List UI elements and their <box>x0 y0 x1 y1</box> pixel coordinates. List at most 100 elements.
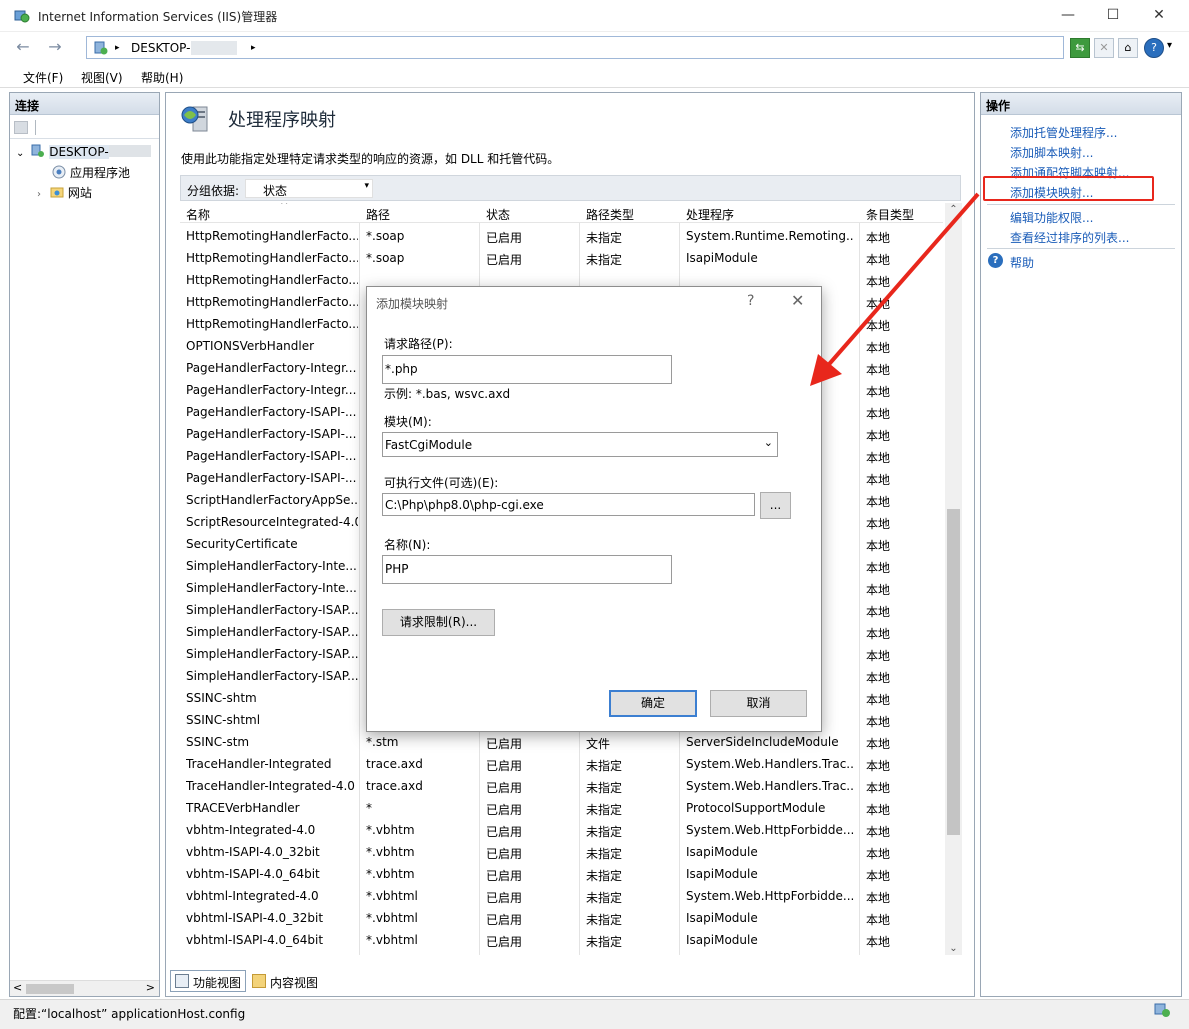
cell-name: SimpleHandlerFactory-ISAP... <box>186 603 358 617</box>
cell-name: vbhtm-Integrated-4.0 <box>186 823 316 837</box>
col-header-handler[interactable]: 处理程序 <box>686 206 734 223</box>
connect-icon[interactable] <box>14 121 28 134</box>
sort-ascending-icon: ^ <box>280 203 289 211</box>
cell-entry-type: 本地 <box>866 693 891 707</box>
cell-name: ScriptHandlerFactoryAppSe... <box>186 493 358 507</box>
refresh-icon[interactable]: ⇆ <box>1070 38 1090 58</box>
table-row[interactable]: TraceHandler-Integrated trace.axd 已启用 未指定 Sy… <box>180 753 943 775</box>
cell-handler: System.Web.HttpForbidde... <box>686 823 854 837</box>
cell-handler: IsapiModule <box>686 933 758 947</box>
col-header-path-type[interactable]: 路径类型 <box>586 206 634 223</box>
tab-features-view[interactable]: 功能视图 <box>170 970 247 992</box>
cell-path: *.vbhtml <box>366 911 418 925</box>
back-button[interactable]: ← <box>10 36 36 60</box>
view-tabs: 功能视图 内容视图 <box>165 970 975 994</box>
col-header-name[interactable]: 名称 <box>186 206 210 223</box>
toolbar-divider <box>35 120 36 135</box>
actions-title: 操作 <box>981 93 1181 115</box>
help-icon[interactable]: ? <box>1144 38 1164 58</box>
module-label: 模块(M): <box>384 415 432 429</box>
cell-entry-type: 本地 <box>866 495 891 509</box>
highlight-box <box>983 176 1154 201</box>
table-row[interactable]: SSINC-stm *.stm 已启用 文件 ServerSideIncludeModu… <box>180 731 943 753</box>
cell-entry-type: 本地 <box>866 935 891 949</box>
help-dropdown-icon[interactable]: ▾ <box>1167 40 1172 51</box>
tree-item-sites[interactable]: › 网站 <box>37 184 92 201</box>
address-field[interactable]: ▸ DESKTOP- ▸ <box>86 36 1064 59</box>
dialog-title: 添加模块映射 <box>376 297 449 311</box>
menu-view[interactable]: 视图(V) <box>81 69 123 86</box>
cell-state: 已启用 <box>486 759 523 773</box>
action-help[interactable]: 帮助 <box>1010 254 1034 271</box>
action-view-ordered-list[interactable]: 查看经过排序的列表... <box>1010 229 1129 246</box>
cell-path-type: 未指定 <box>586 869 623 883</box>
tree-item-server[interactable]: ⌄ DESKTOP- <box>16 144 151 159</box>
request-path-input[interactable]: *.php <box>382 355 672 384</box>
ok-button[interactable]: 确定 <box>609 690 697 717</box>
tree-item-app-pools[interactable]: 应用程序池 <box>52 164 130 181</box>
name-input[interactable]: PHP <box>382 555 672 584</box>
maximize-button[interactable]: ☐ <box>1090 4 1136 28</box>
table-row[interactable]: vbhtml-Integrated-4.0 *.vbhtml 已启用 未指定 Syste… <box>180 885 943 907</box>
cell-state: 已启用 <box>486 803 523 817</box>
table-row[interactable]: vbhtml-ISAPI-4.0_64bit *.vbhtml 已启用 未指定 Isap… <box>180 929 943 951</box>
cell-name: SimpleHandlerFactory-ISAP... <box>186 669 358 683</box>
request-restrictions-button[interactable]: 请求限制(R)... <box>382 609 495 636</box>
table-row[interactable]: vbhtml-ISAPI-4.0_32bit *.vbhtml 已启用 未指定 Isap… <box>180 907 943 929</box>
collapse-icon[interactable]: ⌄ <box>16 148 24 159</box>
action-add-managed-handler[interactable]: 添加托管处理程序... <box>1010 124 1117 141</box>
home-icon[interactable]: ⌂ <box>1118 38 1138 58</box>
table-row[interactable]: TRACEVerbHandler * 已启用 未指定 ProtocolSupportMo… <box>180 797 943 819</box>
action-edit-feature-permissions[interactable]: 编辑功能权限... <box>1010 209 1093 226</box>
cell-path: *.stm <box>366 735 399 749</box>
request-path-example: 示例: *.bas, wsvc.axd <box>384 387 511 401</box>
cell-name: vbhtml-ISAPI-4.0_32bit <box>186 911 324 925</box>
col-header-state[interactable]: 状态 <box>486 206 510 223</box>
page-title: 处理程序映射 <box>228 110 336 131</box>
cell-path-type: 未指定 <box>586 935 623 949</box>
sites-folder-icon <box>50 187 64 198</box>
menu-help[interactable]: 帮助(H) <box>141 69 183 86</box>
column-divider <box>359 203 360 955</box>
executable-label: 可执行文件(可选)(E): <box>384 476 499 490</box>
table-row[interactable]: TraceHandler-Integrated-4.0 trace.axd 已启用 未… <box>180 775 943 797</box>
scroll-left-icon[interactable]: < <box>13 981 22 994</box>
cell-state: 已启用 <box>486 781 523 795</box>
expand-icon[interactable]: › <box>37 189 41 200</box>
chevron-down-icon: ⌄ <box>763 436 773 449</box>
table-row[interactable]: vbhtm-ISAPI-4.0_32bit *.vbhtm 已启用 未指定 IsapiM… <box>180 841 943 863</box>
cell-name: vbhtml-ISAPI-4.0_64bit <box>186 933 324 947</box>
forward-button[interactable]: → <box>42 36 68 60</box>
scroll-thumb[interactable] <box>26 984 74 994</box>
action-add-script-map[interactable]: 添加脚本映射... <box>1010 144 1093 161</box>
minimize-button[interactable]: — <box>1045 4 1091 28</box>
tab-content-view[interactable]: 内容视图 <box>247 970 323 992</box>
col-header-path[interactable]: 路径 <box>366 206 390 223</box>
cancel-button[interactable]: 取消 <box>710 690 807 717</box>
menu-file[interactable]: 文件(F) <box>23 69 63 86</box>
cell-entry-type: 本地 <box>866 539 891 553</box>
tab-features-label: 功能视图 <box>193 976 242 990</box>
cell-name: vbhtm-ISAPI-4.0_64bit <box>186 867 320 881</box>
cell-path: *.vbhtm <box>366 867 415 881</box>
scroll-down-icon[interactable]: ⌄ <box>945 943 962 954</box>
breadcrumb-server[interactable]: DESKTOP- <box>131 41 190 55</box>
stop-icon[interactable]: ✕ <box>1094 38 1114 58</box>
cell-path-type: 未指定 <box>586 913 623 927</box>
menu-bar: 文件(F) 视图(V) 帮助(H) <box>0 64 1189 88</box>
address-bar: ← → ▸ DESKTOP- ▸ ⇆ ✕ ⌂ ? ▾ <box>0 32 1189 64</box>
close-button[interactable]: ✕ <box>1136 4 1182 28</box>
module-select[interactable]: FastCgiModule ⌄ <box>382 432 778 457</box>
cell-path: *.soap <box>366 229 405 243</box>
connections-hscrollbar[interactable]: < > <box>10 980 159 996</box>
browse-button[interactable]: ... <box>760 492 791 519</box>
status-bar: 配置:“localhost” applicationHost.config <box>0 999 1189 1029</box>
executable-input[interactable]: C:\Php\php8.0\php-cgi.exe <box>382 493 755 516</box>
table-row[interactable]: vbhtm-Integrated-4.0 *.vbhtm 已启用 未指定 System.… <box>180 819 943 841</box>
cell-handler: IsapiModule <box>686 845 758 859</box>
group-by-select[interactable]: 状态 ▾ <box>245 179 373 198</box>
scroll-right-icon[interactable]: > <box>146 981 155 994</box>
dialog-help-button[interactable]: ? <box>747 293 754 309</box>
table-row[interactable]: vbhtm-ISAPI-4.0_64bit *.vbhtm 已启用 未指定 IsapiM… <box>180 863 943 885</box>
scroll-thumb[interactable] <box>947 509 960 835</box>
